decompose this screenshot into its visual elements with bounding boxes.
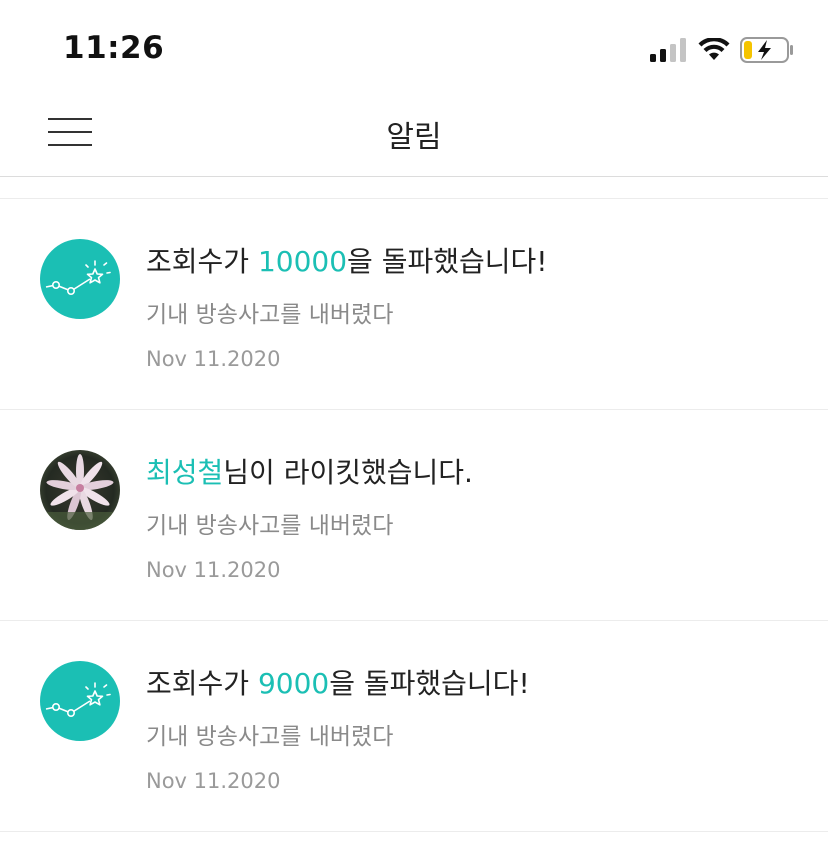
signal-icon (650, 38, 686, 62)
notification-date: Nov 11.2020 (146, 558, 281, 582)
view-count-highlight: 9000 (257, 667, 330, 700)
user-name-highlight[interactable]: 최성철 (146, 456, 223, 489)
notification-article-title: 기내 방송사고를 내버렸다 (146, 302, 394, 328)
user-avatar[interactable] (40, 450, 120, 530)
notification-article-title: 기내 방송사고를 내버렸다 (146, 724, 394, 750)
notification-item[interactable]: 조회수가 9000을 돌파했습니다! 기내 방송사고를 내버렸다 Nov 11.… (0, 621, 828, 832)
notification-title: 조회수가 10000을 돌파했습니다! (146, 245, 548, 278)
page-title: 알림 (386, 120, 442, 155)
notification-title: 조회수가 9000을 돌파했습니다! (146, 667, 530, 700)
notification-date: Nov 11.2020 (146, 347, 281, 371)
notification-title: 최성철님이 라이킷했습니다. (146, 456, 473, 489)
notification-article-title: 기내 방송사고를 내버렸다 (146, 513, 394, 539)
notification-list: 조회수가 10000을 돌파했습니다! 기내 방송사고를 내버렸다 Nov 11… (0, 198, 828, 832)
views-chart-icon (40, 239, 120, 319)
notification-item[interactable]: 최성철님이 라이킷했습니다. 기내 방송사고를 내버렸다 Nov 11.2020 (0, 410, 828, 621)
status-icons (650, 36, 794, 64)
battery-charging-icon (740, 37, 793, 63)
views-chart-icon (40, 661, 120, 741)
view-count-highlight: 10000 (257, 245, 348, 278)
status-time: 11:26 (63, 30, 165, 66)
wifi-icon (698, 38, 730, 60)
nav-bar: 알림 (0, 90, 828, 177)
status-bar: 11:26 (0, 0, 828, 90)
notification-item[interactable]: 조회수가 10000을 돌파했습니다! 기내 방송사고를 내버렸다 Nov 11… (0, 199, 828, 410)
notification-date: Nov 11.2020 (146, 769, 281, 793)
